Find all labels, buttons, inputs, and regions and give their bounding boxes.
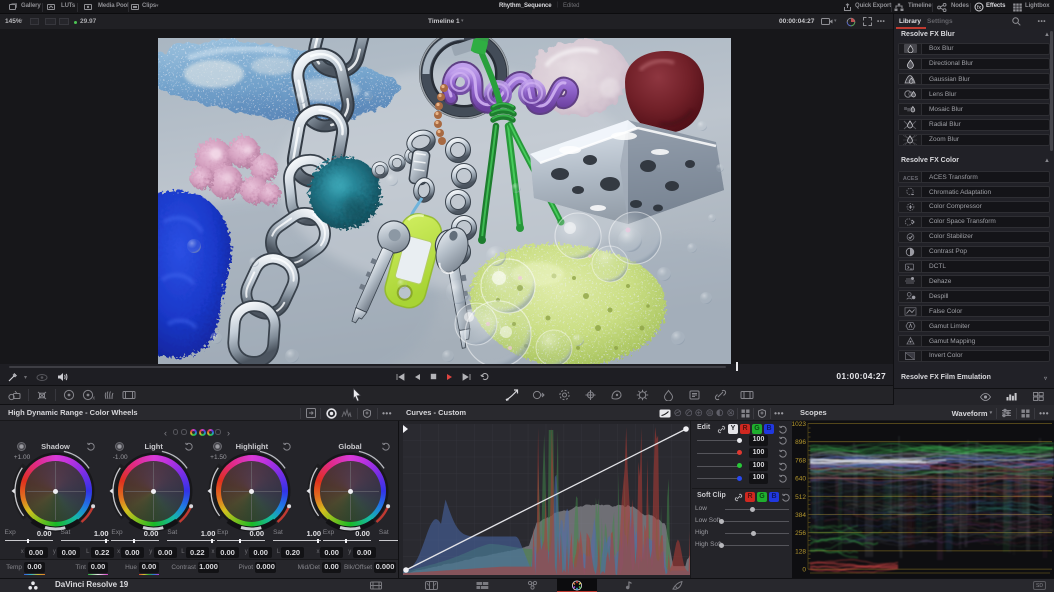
- svg-text:0: 0: [802, 567, 806, 574]
- svg-text:384: 384: [795, 512, 806, 519]
- svg-text:768: 768: [795, 457, 806, 464]
- svg-text:640: 640: [795, 476, 806, 483]
- svg-text:fx: fx: [977, 5, 981, 11]
- svg-text:896: 896: [795, 439, 806, 446]
- svg-text:128: 128: [795, 548, 806, 555]
- svg-text:512: 512: [795, 494, 806, 501]
- svg-text:256: 256: [795, 530, 806, 537]
- svg-text:1023: 1023: [792, 421, 806, 428]
- svg-text:x: x: [93, 396, 96, 402]
- svg-text:ACES: ACES: [903, 176, 918, 182]
